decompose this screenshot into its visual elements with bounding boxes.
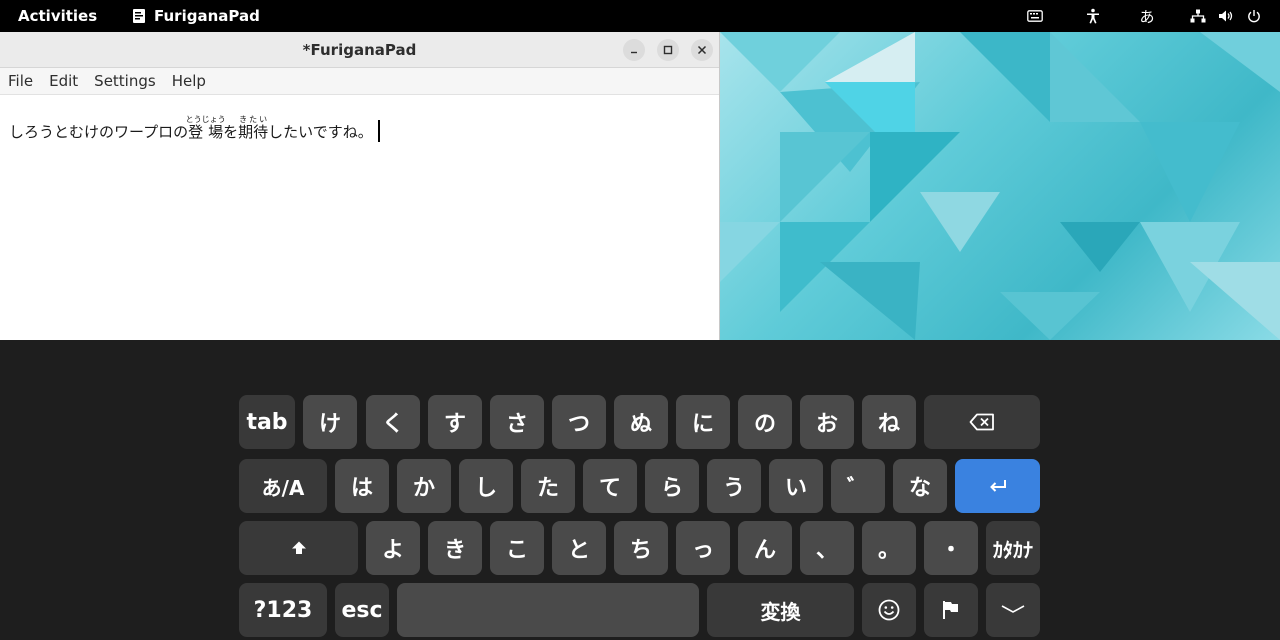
menu-settings[interactable]: Settings <box>94 72 156 90</box>
app-menu-label: FuriganaPad <box>154 7 260 25</box>
backspace-icon <box>969 413 994 431</box>
editor-text: を <box>223 123 239 141</box>
close-button[interactable] <box>691 39 713 61</box>
desktop-wallpaper <box>720 32 1280 340</box>
power-icon[interactable] <box>1244 0 1264 32</box>
input-method-indicator[interactable]: あ <box>1134 0 1160 32</box>
enter-icon <box>989 480 1006 492</box>
accessibility-icon[interactable] <box>1080 0 1106 32</box>
key-ni[interactable]: に <box>676 395 730 449</box>
text-editor[interactable]: しろうとむけのワープロの登場とうじょうを期待きたいしたいですね。 <box>0 95 719 339</box>
text-caret <box>377 120 380 142</box>
key-te[interactable]: て <box>583 459 637 513</box>
key-tsu[interactable]: つ <box>552 395 606 449</box>
key-ki[interactable]: き <box>428 521 482 575</box>
menu-edit[interactable]: Edit <box>49 72 78 90</box>
furiganapad-window: *FuriganaPad File Edit Settings Help しろう… <box>0 32 720 340</box>
key-hide-keyboard[interactable] <box>986 583 1040 637</box>
editor-line: しろうとむけのワープロの登場とうじょうを期待きたいしたいですね。 <box>9 115 380 142</box>
key-ta[interactable]: た <box>521 459 575 513</box>
key-ko[interactable]: こ <box>490 521 544 575</box>
maximize-icon <box>663 45 673 55</box>
key-shi[interactable]: し <box>459 459 513 513</box>
key-o[interactable]: お <box>800 395 854 449</box>
key-middle-dot[interactable]: ・ <box>924 521 978 575</box>
key-ha[interactable]: は <box>335 459 389 513</box>
key-su[interactable]: す <box>428 395 482 449</box>
on-screen-keyboard: tab け く す さ つ ぬ に の お ね あ/A は か し た て ら … <box>0 340 1280 640</box>
key-language[interactable] <box>924 583 978 637</box>
key-no[interactable]: の <box>738 395 792 449</box>
minimize-icon <box>631 51 637 54</box>
key-sa[interactable]: さ <box>490 395 544 449</box>
window-title: *FuriganaPad <box>302 41 417 59</box>
ruby-toujou: 登場とうじょう <box>185 115 226 141</box>
app-menu[interactable]: FuriganaPad <box>132 7 260 25</box>
key-na[interactable]: な <box>893 459 947 513</box>
key-numbers[interactable]: ?123 <box>239 583 327 637</box>
editor-text: しろうとむけのワープロの <box>9 123 189 141</box>
key-convert[interactable]: 変換 <box>707 583 854 637</box>
minimize-button[interactable] <box>623 39 645 61</box>
shift-icon <box>291 541 306 554</box>
key-katakana[interactable]: ｶﾀｶﾅ <box>986 521 1040 575</box>
key-esc[interactable]: esc <box>335 583 389 637</box>
close-icon <box>697 45 707 55</box>
key-ra[interactable]: ら <box>645 459 699 513</box>
key-nu[interactable]: ぬ <box>614 395 668 449</box>
ruby-base: 登場 <box>185 123 226 141</box>
key-kana-latin-toggle[interactable]: あ/A <box>239 459 327 513</box>
key-ka[interactable]: か <box>397 459 451 513</box>
key-u[interactable]: う <box>707 459 761 513</box>
chevron-down-icon <box>1001 605 1025 613</box>
network-icon[interactable] <box>1188 0 1208 32</box>
key-ne[interactable]: ね <box>862 395 916 449</box>
keyboard-icon[interactable] <box>1022 0 1048 32</box>
key-n[interactable]: ん <box>738 521 792 575</box>
menu-bar: File Edit Settings Help <box>0 68 719 95</box>
activities-button[interactable]: Activities <box>18 7 97 25</box>
notepad-icon <box>132 8 146 24</box>
top-bar: Activities FuriganaPad あ <box>0 0 1280 32</box>
key-yo[interactable]: よ <box>366 521 420 575</box>
maximize-button[interactable] <box>657 39 679 61</box>
emoji-icon <box>878 599 900 621</box>
ruby-reading: とうじょう <box>185 115 226 124</box>
menu-help[interactable]: Help <box>172 72 206 90</box>
key-i[interactable]: い <box>769 459 823 513</box>
key-emoji[interactable] <box>862 583 916 637</box>
key-period[interactable]: 。 <box>862 521 916 575</box>
key-chi[interactable]: ち <box>614 521 668 575</box>
key-tab[interactable]: tab <box>239 395 295 449</box>
volume-icon[interactable] <box>1216 0 1236 32</box>
editor-text: したいですね。 <box>268 123 373 141</box>
key-comma[interactable]: 、 <box>800 521 854 575</box>
key-space[interactable] <box>397 583 699 637</box>
key-to[interactable]: と <box>552 521 606 575</box>
key-shift[interactable] <box>239 521 358 575</box>
flag-icon <box>943 601 958 619</box>
key-ke[interactable]: け <box>303 395 357 449</box>
ruby-base: 期待 <box>238 123 269 141</box>
ruby-reading: きたい <box>238 115 269 124</box>
ruby-kitai: 期待きたい <box>238 115 269 141</box>
key-ku[interactable]: く <box>366 395 420 449</box>
menu-file[interactable]: File <box>8 72 33 90</box>
key-dakuten[interactable]: ゛ <box>831 459 885 513</box>
key-enter[interactable] <box>955 459 1040 513</box>
window-titlebar[interactable]: *FuriganaPad <box>0 32 719 68</box>
key-backspace[interactable] <box>924 395 1040 449</box>
key-small-tsu[interactable]: っ <box>676 521 730 575</box>
